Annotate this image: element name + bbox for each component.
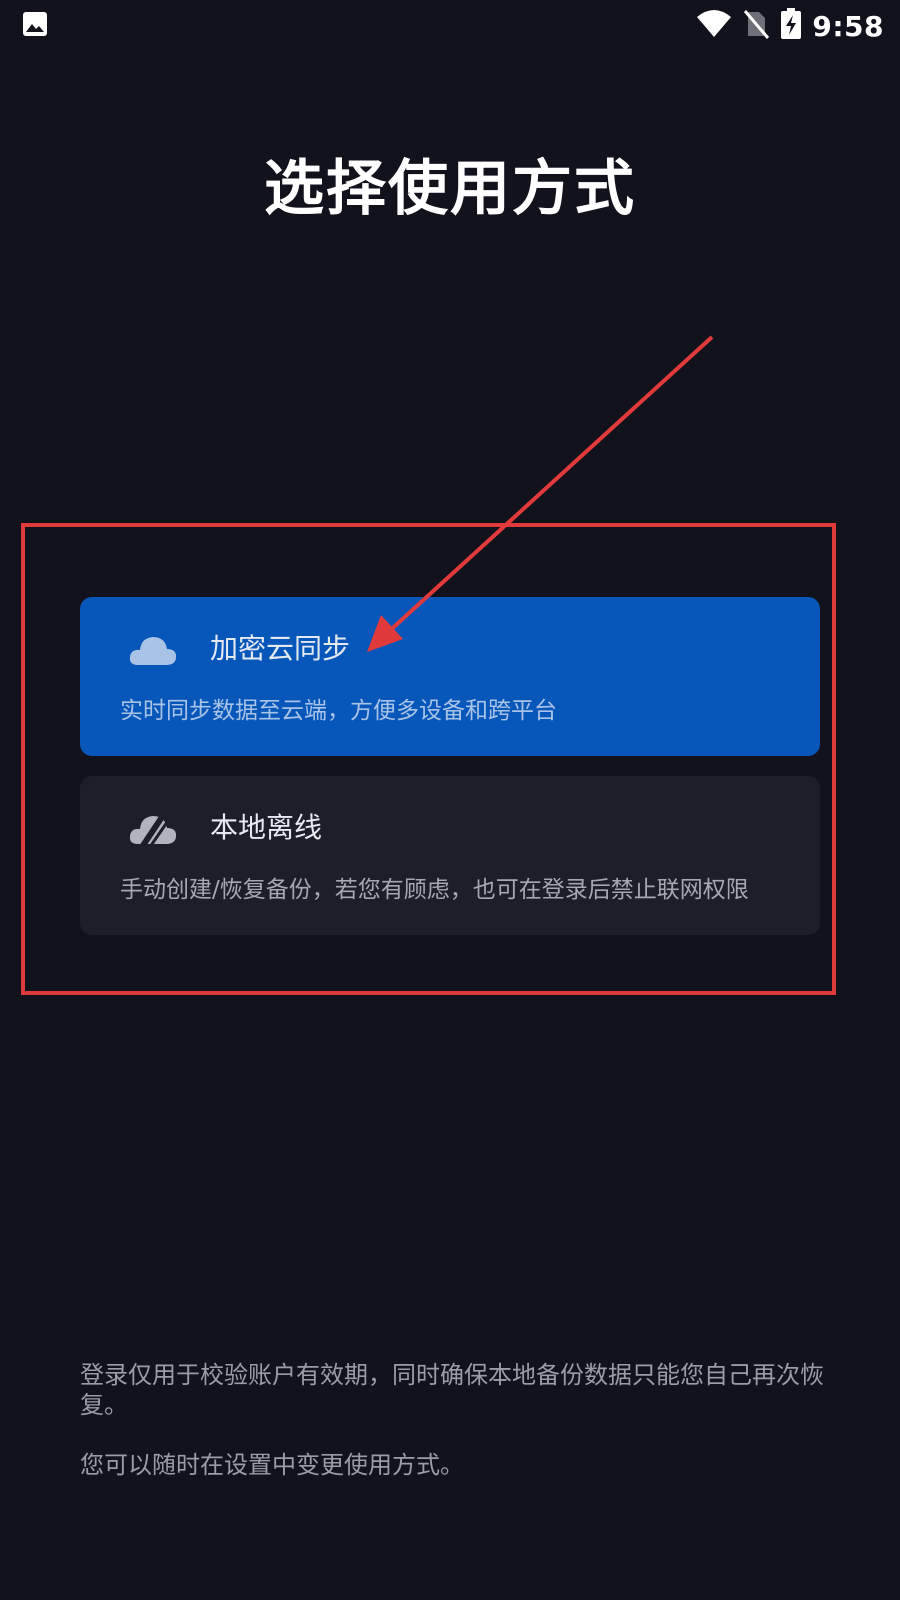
option-local-offline[interactable]: 本地离线 手动创建/恢复备份，若您有顾虑，也可在登录后禁止联网权限 [80,776,820,935]
wifi-icon [696,9,732,43]
status-icons: 9:58 [696,6,884,46]
option-encrypted-cloud-sync[interactable]: 加密云同步 实时同步数据至云端，方便多设备和跨平台 [80,597,820,756]
cloud-icon [128,629,178,669]
status-bar: 9:58 [0,0,900,52]
option-description: 手动创建/恢复备份，若您有顾虑，也可在登录后禁止联网权限 [120,877,749,903]
no-sim-icon [742,9,770,43]
settings-hint: 您可以随时在设置中变更使用方式。 [80,1451,464,1479]
battery-charging-icon [780,8,802,44]
option-title: 加密云同步 [210,632,351,665]
option-description: 实时同步数据至云端，方便多设备和跨平台 [120,698,557,724]
option-title: 本地离线 [210,811,323,844]
page-title: 选择使用方式 [264,154,636,224]
status-clock: 9:58 [812,9,884,43]
image-icon [22,11,48,41]
cloud-off-icon [128,808,178,849]
login-info-note: 登录仅用于校验账户有效期，同时确保本地备份数据只能您自己再次恢复。 [80,1361,824,1419]
